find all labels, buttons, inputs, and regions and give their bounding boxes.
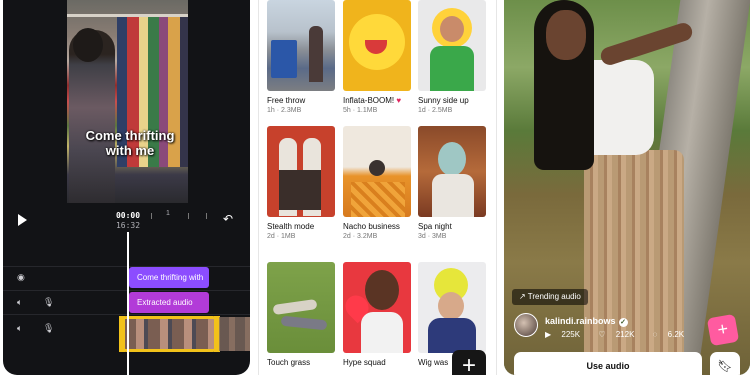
add-button[interactable]: + [452, 350, 486, 375]
current-timecode: 00:00 [115, 211, 141, 220]
shares-stat: ◌ 6.2K [652, 330, 685, 339]
speaker-icon[interactable]: 🔈︎ [17, 323, 22, 334]
tile-title: Free throw [267, 96, 306, 105]
tile-title: Stealth mode [267, 222, 315, 231]
comment-icon: ◌ [652, 330, 658, 339]
tile-meta: 1d · 2.5MB [418, 107, 453, 114]
likes-stat: ▶ 225K [545, 330, 581, 339]
playhead[interactable] [127, 232, 129, 375]
trim-handle-left[interactable] [119, 316, 125, 352]
tile-thumbnail [267, 262, 335, 353]
next-video-clip[interactable] [219, 317, 250, 351]
tile-title: Sunny side up [418, 96, 469, 105]
tile-thumbnail [343, 262, 411, 353]
person-skirt [584, 150, 684, 375]
audio-tile[interactable]: Hype squad [343, 262, 411, 367]
audio-clip[interactable]: Extracted audio [129, 292, 209, 313]
heart-icon: ♥ [396, 96, 402, 105]
tile-title: Inflata-BOOM! ♥ [343, 96, 402, 105]
audio-tile[interactable]: Inflata-BOOM! ♥ 5h · 1.1MB [343, 0, 411, 114]
tile-meta: 2d · 1MB [267, 233, 296, 240]
audio-tile[interactable]: Nacho business 2d · 3.2MB [343, 126, 411, 240]
audio-library-screen: Free throw 1h · 2.3MB Inflata-BOOM! ♥ 5h… [258, 0, 497, 375]
video-feed-screen: ↗ Trending audio kalindi.rainbows ✓ ▶ 225… [504, 0, 750, 375]
tile-title: Touch grass [267, 358, 311, 367]
timeline-tick [206, 213, 207, 219]
username[interactable]: kalindi.rainbows ✓ [545, 316, 628, 327]
play-icon[interactable] [18, 214, 27, 226]
add-sticker-icon[interactable]: + [706, 313, 740, 347]
selected-video-clip[interactable] [121, 316, 218, 352]
tile-thumbnail [267, 126, 335, 217]
screenshot-stage: Come thrifting with me 00:00 16:32 1 ↶ ◉… [0, 0, 750, 375]
text-track-icon[interactable]: ◉ [17, 272, 25, 283]
tile-thumbnail [418, 0, 486, 91]
tile-meta: 5h · 1.1MB [343, 107, 378, 114]
microphone-icon[interactable]: 🎙︎ [43, 297, 54, 308]
playback-controls: 00:00 16:32 1 ↶ [3, 206, 250, 232]
trending-arrow-icon: ↗ [519, 292, 526, 301]
timeline-tick [151, 213, 152, 219]
avatar[interactable] [514, 313, 538, 337]
text-clip[interactable]: Come thrifting with [129, 267, 209, 288]
tile-thumbnail [343, 0, 411, 91]
undo-icon[interactable]: ↶ [223, 213, 235, 225]
video-caption[interactable]: Come thrifting with me [75, 128, 185, 158]
tile-title: Spa night [418, 222, 452, 231]
video-editor-screen: Come thrifting with me 00:00 16:32 1 ↶ ◉… [3, 0, 250, 375]
total-timecode: 16:32 [115, 221, 141, 230]
engagement-stats: ▶ 225K ♡ 212K ◌ 6.2K [545, 330, 700, 339]
video-preview[interactable]: Come thrifting with me [67, 0, 188, 203]
tile-meta: 3d · 3MB [418, 233, 447, 240]
tile-title: Hype squad [343, 358, 386, 367]
heart-outline-icon: ♡ [598, 330, 606, 339]
tile-thumbnail [418, 126, 486, 217]
speaker-icon[interactable]: 🔈︎ [17, 297, 22, 308]
timeline-marker-number: 1 [166, 210, 170, 217]
audio-tile[interactable]: Touch grass [267, 262, 335, 367]
trending-label: Trending audio [527, 292, 581, 301]
trending-audio-badge[interactable]: ↗ Trending audio [512, 289, 588, 305]
audio-tile[interactable]: Stealth mode 2d · 1MB [267, 126, 335, 240]
verified-icon: ✓ [618, 318, 628, 327]
audio-tile[interactable]: Spa night 3d · 3MB [418, 126, 486, 240]
bookmark-icon[interactable]: 🔖︎ [710, 352, 740, 375]
tile-thumbnail [418, 262, 486, 353]
use-audio-button[interactable]: Use audio [514, 352, 702, 375]
microphone-icon[interactable]: 🎙︎ [43, 323, 54, 334]
person-head [73, 28, 103, 62]
timeline-tick [188, 213, 189, 219]
play-count-icon: ▶ [545, 330, 552, 339]
tile-thumbnail [343, 126, 411, 217]
tile-title: Nacho business [343, 222, 400, 231]
person-face [546, 10, 586, 60]
audio-tile[interactable]: Free throw 1h · 2.3MB [267, 0, 335, 114]
tile-meta: 2d · 3.2MB [343, 233, 378, 240]
comments-stat: ♡ 212K [598, 330, 635, 339]
tile-meta: 1h · 2.3MB [267, 107, 302, 114]
tile-thumbnail [267, 0, 335, 91]
audio-tile[interactable]: Sunny side up 1d · 2.5MB [418, 0, 486, 114]
